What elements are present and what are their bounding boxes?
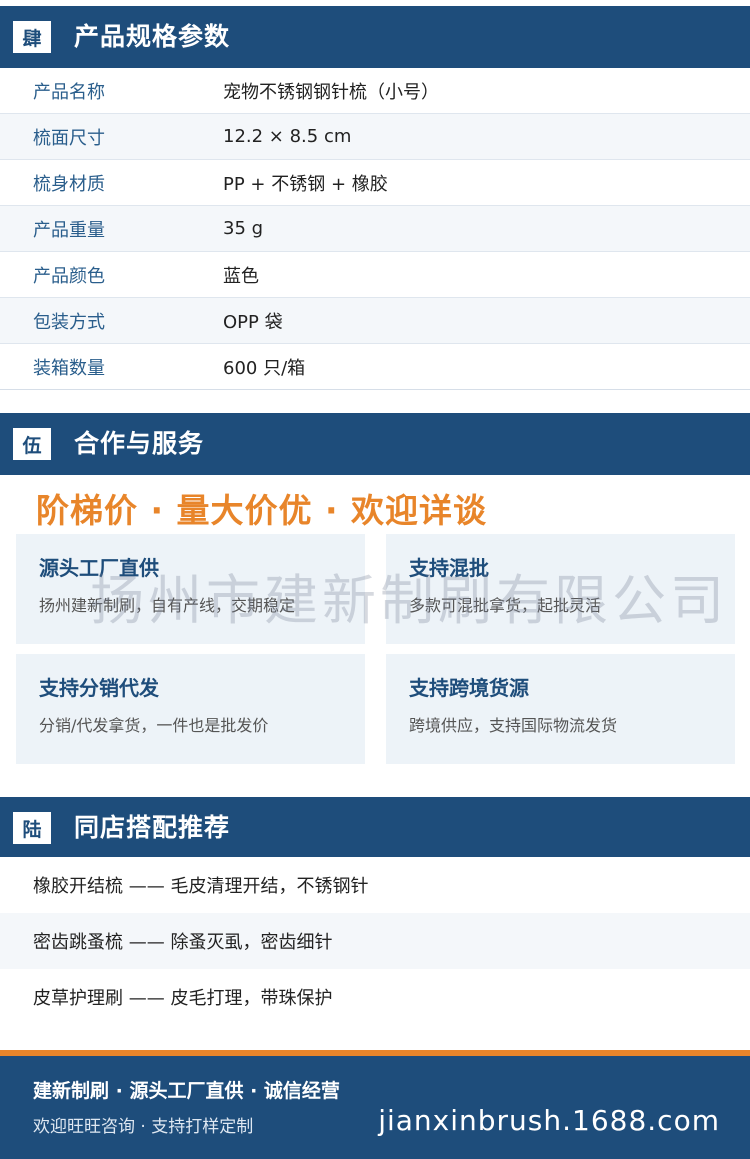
spec-table: 产品名称 宠物不锈钢钢针梳（小号） 梳面尺寸 12.2 × 8.5 cm 梳身材… bbox=[0, 68, 750, 390]
service-section-header: 伍 合作与服务 bbox=[0, 413, 750, 475]
card-desc: 跨境供应，支持国际物流发货 bbox=[409, 716, 618, 735]
spec-value: 宠物不锈钢钢针梳（小号） bbox=[223, 81, 439, 103]
spec-value: 35 g bbox=[223, 218, 264, 239]
section-badge: 陆 bbox=[13, 812, 51, 844]
service-card: 支持跨境货源 跨境供应，支持国际物流发货 bbox=[386, 654, 735, 764]
spec-key: 包装方式 bbox=[33, 311, 105, 333]
table-row: 产品名称 宠物不锈钢钢针梳（小号） bbox=[0, 68, 750, 114]
list-item: 皮草护理刷 —— 皮毛打理，带珠保护 bbox=[0, 969, 750, 1025]
service-card: 支持分销代发 分销/代发拿货，一件也是批发价 bbox=[16, 654, 365, 764]
table-row: 包装方式 OPP 袋 bbox=[0, 298, 750, 344]
card-title: 支持混批 bbox=[409, 556, 489, 580]
footer-tagline: 建新制刷 · 源头工厂直供 · 诚信经营 bbox=[33, 1080, 340, 1102]
section-title: 产品规格参数 bbox=[74, 22, 231, 51]
list-item: 密齿跳蚤梳 —— 除蚤灭虱，密齿细针 bbox=[0, 913, 750, 969]
table-row: 装箱数量 600 只/箱 bbox=[0, 344, 750, 390]
service-card: 源头工厂直供 扬州建新制刷，自有产线，交期稳定 bbox=[16, 534, 365, 644]
footer: 建新制刷 · 源头工厂直供 · 诚信经营 欢迎旺旺咨询 · 支持打样定制 jia… bbox=[0, 1056, 750, 1159]
spec-value: PP + 不锈钢 + 橡胶 bbox=[223, 173, 388, 195]
card-title: 源头工厂直供 bbox=[39, 556, 159, 580]
card-desc: 多款可混批拿货，起批灵活 bbox=[409, 596, 602, 615]
footer-site-url: jianxinbrush.1688.com bbox=[378, 1104, 720, 1137]
card-desc: 分销/代发拿货，一件也是批发价 bbox=[39, 716, 269, 735]
section-badge: 伍 bbox=[13, 428, 51, 460]
spec-key: 梳面尺寸 bbox=[33, 127, 105, 149]
card-desc: 扬州建新制刷，自有产线，交期稳定 bbox=[39, 596, 296, 615]
recommend-list: 橡胶开结梳 —— 毛皮清理开结，不锈钢针 密齿跳蚤梳 —— 除蚤灭虱，密齿细针 … bbox=[0, 857, 750, 1025]
spec-value: 蓝色 bbox=[223, 265, 259, 287]
list-item: 橡胶开结梳 —— 毛皮清理开结，不锈钢针 bbox=[0, 857, 750, 913]
spec-value: 12.2 × 8.5 cm bbox=[223, 126, 352, 147]
spec-key: 装箱数量 bbox=[33, 357, 105, 379]
spec-key: 产品名称 bbox=[33, 81, 105, 103]
section-title: 同店搭配推荐 bbox=[74, 813, 231, 842]
table-row: 产品颜色 蓝色 bbox=[0, 252, 750, 298]
footer-contact-note: 欢迎旺旺咨询 · 支持打样定制 bbox=[33, 1117, 254, 1137]
table-row: 梳面尺寸 12.2 × 8.5 cm bbox=[0, 114, 750, 160]
service-card: 支持混批 多款可混批拿货，起批灵活 bbox=[386, 534, 735, 644]
table-row: 梳身材质 PP + 不锈钢 + 橡胶 bbox=[0, 160, 750, 206]
section-title: 合作与服务 bbox=[74, 429, 205, 458]
spec-key: 产品颜色 bbox=[33, 265, 105, 287]
spec-section-header: 肆 产品规格参数 bbox=[0, 6, 750, 68]
card-title: 支持分销代发 bbox=[39, 676, 159, 700]
recommend-section-header: 陆 同店搭配推荐 bbox=[0, 797, 750, 859]
section-badge: 肆 bbox=[13, 21, 51, 53]
price-slogan: 阶梯价 · 量大价优 · 欢迎详谈 bbox=[36, 491, 488, 530]
spec-value: OPP 袋 bbox=[223, 311, 283, 333]
spec-value: 600 只/箱 bbox=[223, 357, 306, 379]
card-title: 支持跨境货源 bbox=[409, 676, 529, 700]
spec-key: 梳身材质 bbox=[33, 173, 105, 195]
spec-key: 产品重量 bbox=[33, 219, 105, 241]
table-row: 产品重量 35 g bbox=[0, 206, 750, 252]
